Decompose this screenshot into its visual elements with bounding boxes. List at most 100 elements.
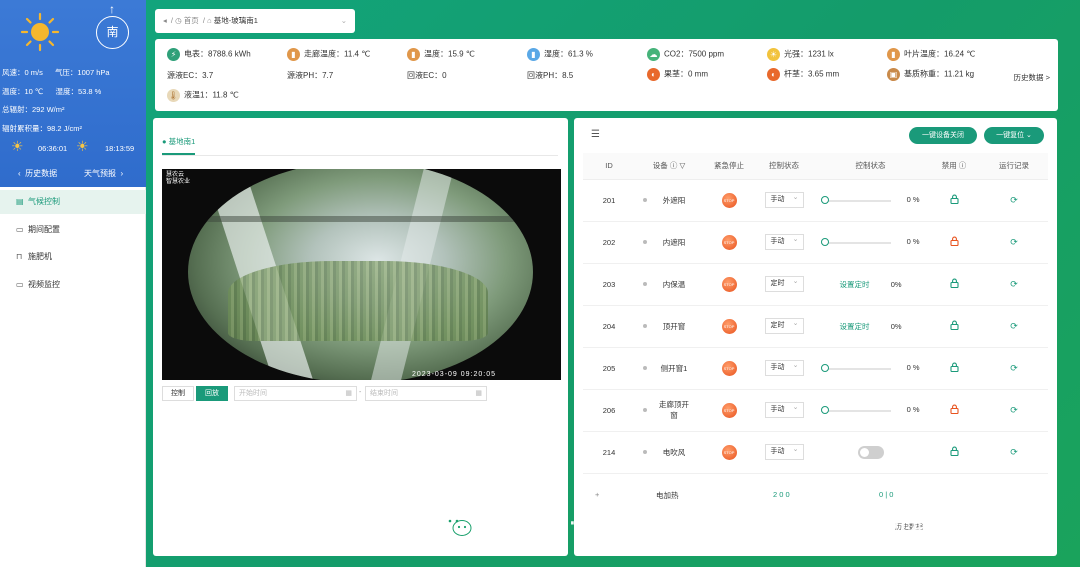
tab-base-south-1[interactable]: ● 基地南1 (162, 136, 196, 155)
co2-cloud-icon: ☁ (647, 48, 660, 61)
wechat-icon (443, 513, 472, 536)
lock-icon[interactable] (949, 446, 959, 457)
filter-icon[interactable]: ▽ (679, 161, 685, 170)
device-name: 电吹风 (662, 447, 686, 457)
lock-icon[interactable] (949, 320, 959, 331)
level-slider[interactable] (821, 405, 892, 415)
sensor-return-ph: 回液PH：8.5 (527, 71, 574, 80)
config-icon: ▭ (16, 225, 24, 234)
level-slider[interactable] (821, 237, 892, 247)
list-icon[interactable]: ☰ (591, 129, 600, 140)
mode-select[interactable]: 定时 (764, 275, 804, 292)
table-row: 203 内保温 STOP 定时 设置定时 0% ⟳ (583, 263, 1048, 306)
lock-icon[interactable] (949, 404, 959, 415)
air-pressure: 气压：1007 hPa (54, 68, 110, 77)
close-all-devices-button[interactable]: 一键设备关闭 (909, 127, 977, 144)
refresh-icon[interactable]: ⟳ (1010, 405, 1018, 415)
sensor-source-ph: 源液PH：7.7 (287, 71, 334, 80)
refresh-icon[interactable]: ⟳ (1010, 363, 1018, 373)
start-time-input[interactable]: 开始时间 ▦ (234, 386, 357, 401)
level-value: 0% (890, 279, 902, 289)
video-player[interactable]: 慧农云 智慧农业 2023-03-09 09:20:05 (162, 169, 561, 380)
mode-select[interactable]: 手动 (764, 191, 804, 208)
chevron-down-icon[interactable]: ⌄ (341, 9, 347, 33)
slider-knob[interactable] (821, 195, 830, 204)
tab-divider (162, 155, 558, 156)
calendar-icon: ▦ (475, 390, 482, 397)
menu-item-video[interactable]: ▭ 视频监控 (0, 273, 146, 297)
emergency-stop-button[interactable]: STOP (721, 192, 737, 208)
breadcrumb-home[interactable]: 首页 (184, 16, 199, 25)
sensor-electricity: 电表：8788.6 kWh (184, 49, 251, 59)
emergency-stop-button[interactable]: STOP (721, 360, 737, 376)
calendar-icon: ▦ (345, 390, 352, 397)
outdoor-temperature: 温度：10 ℃ (2, 87, 44, 96)
device-id: 203 (583, 263, 635, 306)
refresh-icon[interactable]: ⟳ (1010, 447, 1018, 457)
mode-select[interactable]: 手动 (764, 443, 804, 460)
end-time-input[interactable]: 结束时间 ▦ (365, 386, 487, 401)
emergency-stop-button[interactable]: STOP (721, 276, 737, 292)
level-value: 0 % (906, 405, 920, 415)
refresh-icon[interactable]: ⟳ (1010, 279, 1018, 289)
set-timer-link[interactable]: 设置定时 (839, 280, 869, 289)
level-value: 0 % (906, 237, 920, 247)
emergency-stop-button[interactable]: STOP (721, 234, 737, 250)
device-name: 走廊顶开窗 (659, 400, 689, 420)
level-value: 0 % (906, 195, 920, 205)
weather-forecast-button[interactable]: 天气预报 › (84, 168, 123, 179)
emergency-stop-button[interactable]: STOP (721, 318, 737, 334)
level-slider[interactable] (821, 195, 892, 205)
mode-select[interactable]: 手动 (764, 233, 804, 250)
liquid-temp-icon: 🌡 (167, 89, 180, 102)
outdoor-humidity: 湿度：53.8 % (55, 87, 102, 96)
video-panel: ● 基地南1 慧农云 智慧农业 2023-03-09 09:20:05 控制 回放… (153, 118, 568, 556)
device-id: 214 (583, 431, 635, 474)
emergency-stop-button[interactable]: STOP (721, 444, 737, 460)
mode-select[interactable]: 定时 (764, 317, 804, 334)
slider-knob[interactable] (821, 237, 830, 246)
menu-item-climate[interactable]: ▤ 气候控制 (0, 190, 146, 214)
menu-item-config[interactable]: ▭ 期间配置 (0, 218, 146, 242)
device-id: 204 (583, 305, 635, 348)
device-id: 202 (583, 221, 635, 264)
refresh-icon[interactable]: ⟳ (1010, 321, 1018, 331)
power-toggle[interactable] (857, 445, 884, 459)
history-data-button[interactable]: ‹ 历史数据 (18, 168, 57, 179)
lock-icon[interactable] (949, 278, 959, 289)
emergency-stop-button[interactable]: STOP (721, 402, 737, 418)
lock-icon[interactable] (949, 194, 959, 205)
lock-icon[interactable] (949, 362, 959, 373)
sensor-liquid-temp: 液温1：11.8 ℃ (184, 90, 239, 100)
back-icon[interactable]: ◂ (163, 16, 167, 25)
control-button[interactable]: 控制 (162, 386, 194, 401)
table-row: 205 侧开窗1 STOP 手动 0 % ⟳ (583, 347, 1048, 390)
help-icon[interactable]: ⓘ (670, 161, 678, 170)
history-data-link[interactable]: 历史数据 > (1014, 72, 1050, 83)
greenhouse-camera-view (188, 169, 533, 380)
sensor-fruit-stem: 果茎：0 mm (664, 69, 708, 79)
level-value: 0% (890, 321, 902, 331)
meter-icon: ⚡ (167, 48, 180, 61)
lock-icon[interactable] (949, 236, 959, 247)
status-dot (643, 240, 647, 244)
stem-icon: ◐ (767, 68, 780, 81)
level-slider[interactable] (821, 363, 892, 373)
device-name: 顶开窗 (662, 321, 686, 331)
playback-button[interactable]: 回放 (196, 386, 228, 401)
help-icon[interactable]: ⓘ (959, 161, 967, 170)
expand-icon[interactable]: + (595, 490, 599, 499)
device-table: ID 设备 ⓘ ▽ 紧急停止 控制状态 控制状态 禁用 ⓘ 运行记录 201 外… (583, 153, 1048, 474)
reset-all-button[interactable]: 一键复位 ⌄ (984, 127, 1044, 144)
slider-knob[interactable] (821, 405, 830, 414)
set-timer-link[interactable]: 设置定时 (839, 322, 869, 331)
mode-select[interactable]: 手动 (764, 401, 804, 418)
menu-item-fertilizer[interactable]: ⊓ 施肥机 (0, 245, 146, 269)
refresh-icon[interactable]: ⟳ (1010, 237, 1018, 247)
mode-select[interactable]: 手动 (764, 359, 804, 376)
sensor-co2: CO2：7500 ppm (664, 49, 725, 59)
refresh-icon[interactable]: ⟳ (1010, 195, 1018, 205)
slider-knob[interactable] (821, 363, 830, 372)
device-id: 205 (583, 347, 635, 390)
video-icon: ▭ (16, 280, 24, 289)
